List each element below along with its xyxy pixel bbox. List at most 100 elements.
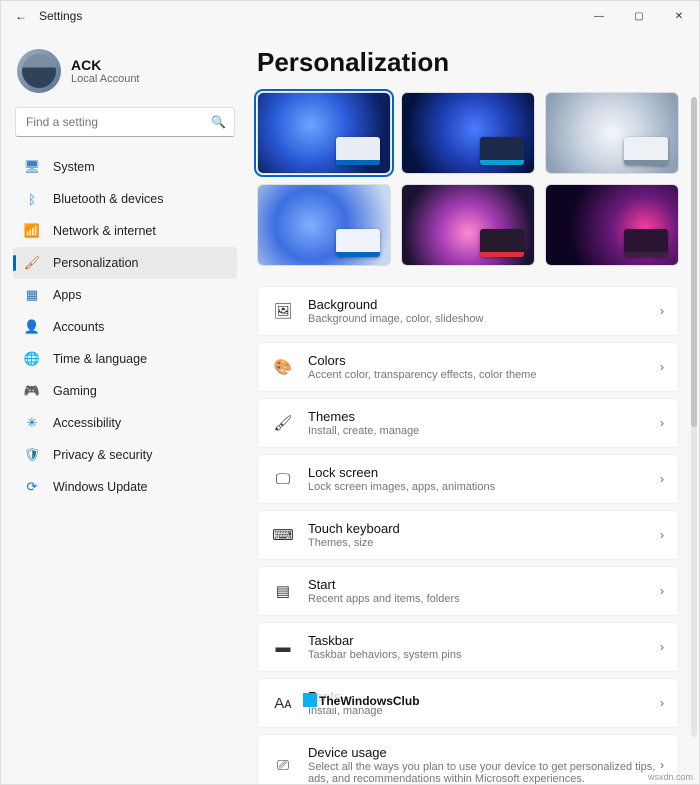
device-usage-icon: ⎚ (272, 754, 294, 776)
apps-icon: ▦ (23, 286, 41, 304)
nav-accessibility[interactable]: ✳ Accessibility (13, 407, 237, 439)
theme-thumb-6[interactable] (545, 184, 679, 266)
nav-network[interactable]: 📶 Network & internet (13, 215, 237, 247)
card-themes[interactable]: 🖌 ThemesInstall, create, manage › (257, 398, 679, 448)
theme-thumb-2[interactable] (401, 92, 535, 174)
nav-time-language[interactable]: 🌐 Time & language (13, 343, 237, 375)
fonts-icon: Aᴀ (272, 692, 294, 714)
card-desc: Background image, color, slideshow (308, 313, 660, 325)
card-desc: Install, create, manage (308, 425, 660, 437)
nav-personalization[interactable]: 🖌 Personalization (13, 247, 237, 279)
nav-label: System (53, 160, 95, 174)
chevron-right-icon: › (660, 640, 664, 654)
chevron-right-icon: › (660, 696, 664, 710)
brush-icon: 🖌 (23, 254, 41, 272)
theme-preview-icon (624, 137, 668, 165)
nav-apps[interactable]: ▦ Apps (13, 279, 237, 311)
card-lock-screen[interactable]: 🖵 Lock screenLock screen images, apps, a… (257, 454, 679, 504)
theme-preview-icon (480, 137, 524, 165)
monitor-lock-icon: 🖵 (272, 468, 294, 490)
vertical-scrollbar[interactable] (691, 97, 697, 737)
nav-label: Network & internet (53, 224, 156, 238)
theme-preview-icon (336, 229, 380, 257)
page-title: Personalization (257, 47, 679, 78)
close-button[interactable]: ✕ (659, 1, 699, 31)
nav-label: Personalization (53, 256, 138, 270)
card-title: Lock screen (308, 465, 660, 480)
chevron-right-icon: › (660, 584, 664, 598)
brush-icon: 🖌 (272, 412, 294, 434)
theme-thumb-4[interactable] (257, 184, 391, 266)
nav-accounts[interactable]: 👤 Accounts (13, 311, 237, 343)
bluetooth-icon: ᛒ (23, 190, 41, 208)
accessibility-icon: ✳ (23, 414, 41, 432)
card-title: Start (308, 577, 660, 592)
nav-gaming[interactable]: 🎮 Gaming (13, 375, 237, 407)
avatar (17, 49, 61, 93)
nav-label: Windows Update (53, 480, 148, 494)
card-start[interactable]: ▤ StartRecent apps and items, folders › (257, 566, 679, 616)
theme-preview-icon (624, 229, 668, 257)
card-touch-keyboard[interactable]: ⌨ Touch keyboardThemes, size › (257, 510, 679, 560)
sidebar: ACK Local Account 🔍 🖥System ᛒ Bluetooth &… (1, 31, 247, 784)
main-panel: Personalization 🖼 BackgroundBackground i… (247, 31, 699, 784)
card-desc: Themes, size (308, 537, 660, 549)
card-taskbar[interactable]: ▬ TaskbarTaskbar behaviors, system pins … (257, 622, 679, 672)
window-title: Settings (39, 9, 82, 23)
account-type: Local Account (71, 73, 140, 85)
back-button[interactable]: ← (15, 9, 27, 23)
nav-label: Apps (53, 288, 82, 302)
watermark-icon (303, 693, 317, 707)
search-box[interactable]: 🔍 (15, 107, 235, 137)
card-desc: Recent apps and items, folders (308, 593, 660, 605)
nav-label: Time & language (53, 352, 147, 366)
chevron-right-icon: › (660, 528, 664, 542)
card-title: Touch keyboard (308, 521, 660, 536)
nav-privacy[interactable]: 🛡Privacy & security (13, 439, 237, 471)
card-title: Themes (308, 409, 660, 424)
nav-label: Gaming (53, 384, 97, 398)
nav-system[interactable]: 🖥System (13, 151, 237, 183)
gamepad-icon: 🎮 (23, 382, 41, 400)
nav-label: Bluetooth & devices (53, 192, 164, 206)
update-icon: ⟳ (23, 478, 41, 496)
card-device-usage[interactable]: ⎚ Device usageSelect all the ways you pl… (257, 734, 679, 784)
search-input[interactable] (24, 114, 211, 130)
watermark-overlay: TheWindowsClub (301, 693, 422, 708)
chevron-right-icon: › (660, 304, 664, 318)
theme-preview-icon (336, 137, 380, 165)
globe-icon: 🌐 (23, 350, 41, 368)
chevron-right-icon: › (660, 758, 664, 772)
card-background[interactable]: 🖼 BackgroundBackground image, color, sli… (257, 286, 679, 336)
card-desc: Lock screen images, apps, animations (308, 481, 660, 493)
taskbar-icon: ▬ (272, 636, 294, 658)
maximize-button[interactable]: ▢ (619, 1, 659, 31)
footer-watermark: wsxdn.com (648, 772, 693, 782)
accounts-icon: 👤 (23, 318, 41, 336)
nav-list: 🖥System ᛒ Bluetooth & devices 📶 Network & … (13, 151, 237, 503)
chevron-right-icon: › (660, 472, 664, 486)
theme-thumb-3[interactable] (545, 92, 679, 174)
image-icon: 🖼 (272, 300, 294, 322)
user-name: ACK (71, 57, 140, 73)
titlebar: ← Settings — ▢ ✕ (1, 1, 699, 31)
user-block[interactable]: ACK Local Account (17, 49, 237, 93)
card-title: Colors (308, 353, 660, 368)
wifi-icon: 📶 (23, 222, 41, 240)
theme-preview-icon (480, 229, 524, 257)
settings-window: ← Settings — ▢ ✕ ACK Local Account 🔍 🖥Sy… (0, 0, 700, 785)
shield-icon: 🛡 (23, 446, 41, 464)
minimize-button[interactable]: — (579, 1, 619, 31)
theme-grid (257, 92, 679, 266)
nav-label: Accounts (53, 320, 104, 334)
nav-windows-update[interactable]: ⟳ Windows Update (13, 471, 237, 503)
nav-bluetooth[interactable]: ᛒ Bluetooth & devices (13, 183, 237, 215)
card-title: Background (308, 297, 660, 312)
window-controls: — ▢ ✕ (579, 1, 699, 31)
card-title: Taskbar (308, 633, 660, 648)
content-area: ACK Local Account 🔍 🖥System ᛒ Bluetooth &… (1, 31, 699, 784)
theme-thumb-5[interactable] (401, 184, 535, 266)
theme-thumb-1[interactable] (257, 92, 391, 174)
card-colors[interactable]: 🎨 ColorsAccent color, transparency effec… (257, 342, 679, 392)
nav-label: Accessibility (53, 416, 121, 430)
